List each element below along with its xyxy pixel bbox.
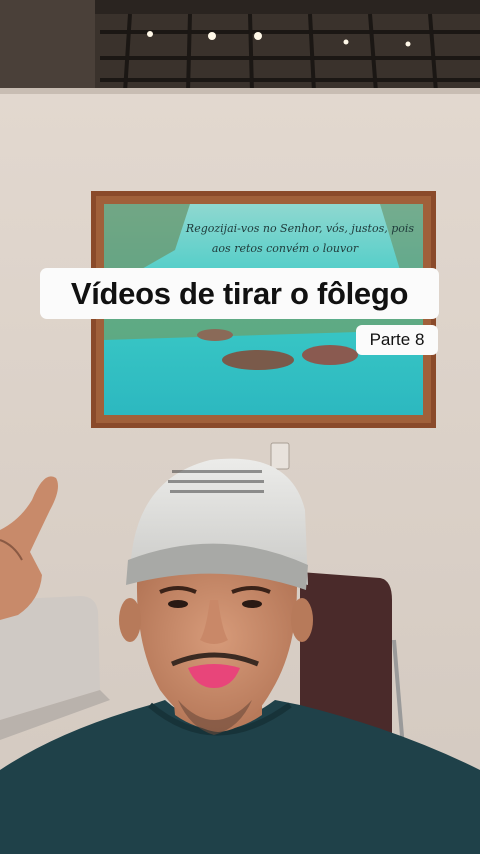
selfie-scene: Regozijai-vos no Senhor, vós, justos, po… (0, 0, 480, 854)
part-label: Parte 8 (356, 325, 438, 355)
video-caption: Vídeos de tirar o fôlego (40, 268, 439, 319)
video-frame: Regozijai-vos no Senhor, vós, justos, po… (0, 0, 480, 854)
painting-inscription-line1: Regozijai-vos no Senhor, vós, justos, po… (185, 222, 415, 235)
ceiling (0, 0, 480, 93)
painting-inscription-line2: aos retos convém o louvor (212, 242, 359, 255)
wall-outlet (270, 442, 290, 470)
